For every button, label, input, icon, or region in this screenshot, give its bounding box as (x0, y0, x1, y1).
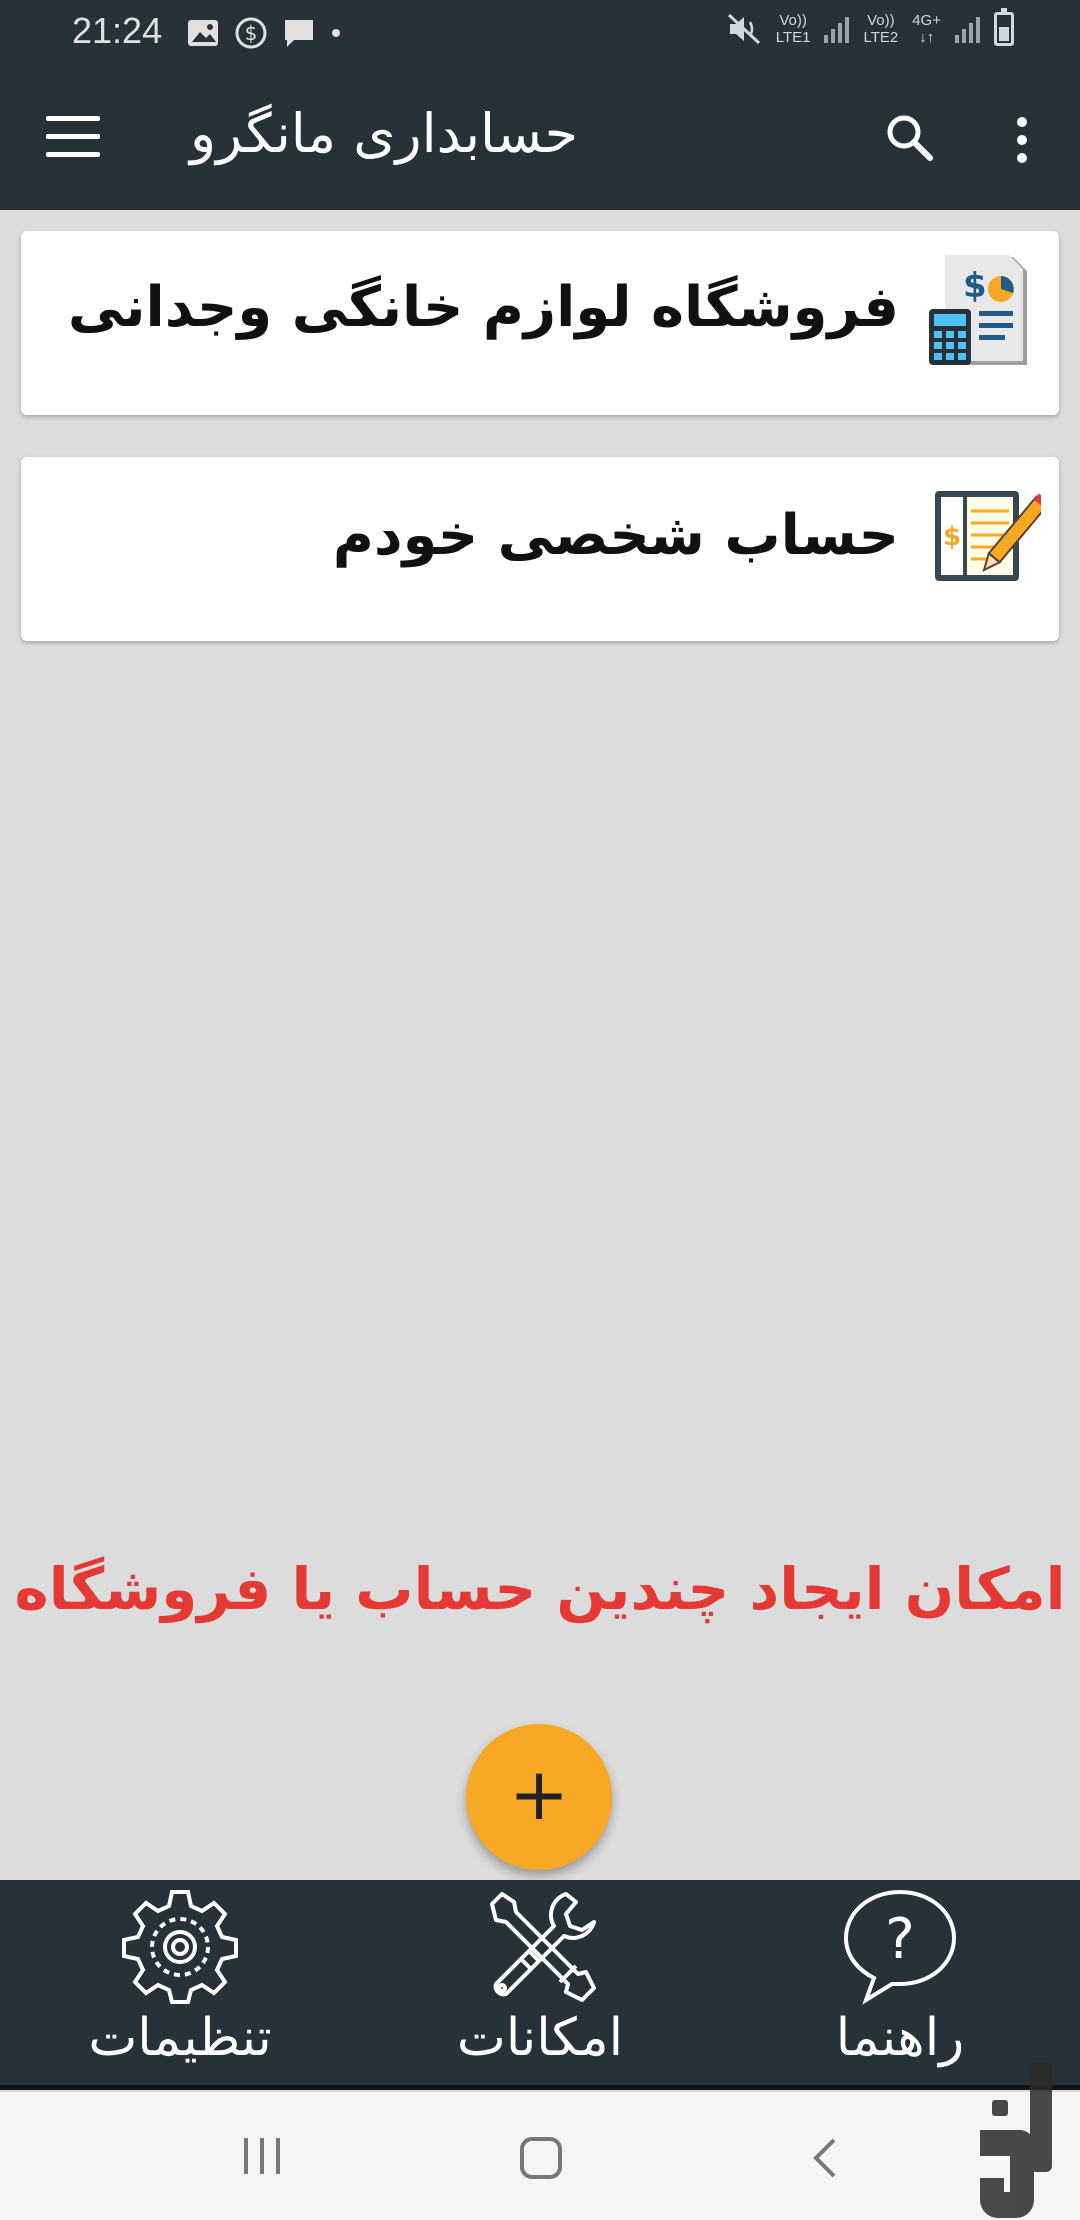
account-card-store[interactable]: $ فروشگاه لوازم خانگی وجدانی (21, 231, 1059, 415)
dollar-icon: $ (235, 17, 267, 49)
promo-text: امکان ایجاد چندین حساب یا فروشگاه (14, 1555, 1066, 1623)
system-status-icons: Vo)) LTE1 Vo)) LTE2 4G+ ↓↑ (726, 8, 1014, 46)
tools-icon (490, 1892, 596, 2002)
sim1-signal-icon (824, 15, 850, 43)
ledger-pencil-icon: $ (935, 491, 1041, 581)
sim2-indicator: Vo)) LTE2 (863, 12, 898, 46)
bottom-navigation: تنظیمات امکانات ? راهنما (0, 1880, 1080, 2090)
nav-settings[interactable]: تنظیمات (30, 1880, 330, 2085)
add-account-button[interactable]: + (466, 1724, 612, 1870)
nav-help-label: راهنما (835, 2008, 965, 2068)
sim1-volte: Vo)) (779, 12, 807, 29)
hamburger-icon-line-bottom (46, 152, 100, 157)
data-arrows-icon: ↓↑ (919, 29, 935, 46)
dot-icon (332, 29, 340, 37)
sim1-indicator: Vo)) LTE1 (776, 12, 811, 46)
menu-button[interactable] (46, 116, 100, 162)
network-type-indicator: 4G+ ↓↑ (912, 12, 941, 46)
account-title: فروشگاه لوازم خانگی وجدانی (67, 275, 899, 340)
account-card-personal[interactable]: $ حساب شخصی خودم (21, 457, 1059, 641)
svg-text:?: ? (885, 1907, 915, 1972)
sim2-volte: Vo)) (867, 12, 895, 29)
app-title: حسابداری مانگرو (190, 102, 578, 165)
help-bubble-icon: ? (843, 1889, 957, 2005)
home-icon[interactable] (519, 2136, 563, 2180)
store-logo-watermark-icon (980, 2062, 1052, 2218)
network-type: 4G+ (912, 12, 941, 29)
nav-features-label: امکانات (456, 2008, 624, 2068)
status-bar: 21:24 $ Vo)) LTE1 Vo)) LTE2 4G+ ↓↑ (0, 0, 1080, 68)
mute-vibrate-icon (727, 13, 760, 45)
battery-icon (994, 8, 1014, 46)
app-bar: حسابداری مانگرو (0, 68, 1080, 210)
notification-icons: $ (186, 16, 342, 50)
svg-text:$: $ (963, 266, 987, 306)
nav-features[interactable]: امکانات (390, 1880, 690, 2085)
hamburger-icon-line (46, 134, 100, 139)
message-icon (285, 20, 313, 47)
recent-apps-icon[interactable] (240, 2136, 284, 2176)
sim2-lte: LTE2 (863, 29, 899, 46)
gallery-icon (188, 20, 218, 46)
sim1-lte: LTE1 (775, 29, 811, 46)
sim2-signal-icon (955, 15, 980, 43)
nav-settings-label: تنظیمات (88, 2008, 272, 2068)
more-options-icon[interactable] (1002, 110, 1042, 170)
hamburger-icon (46, 116, 100, 121)
nav-help[interactable]: ? راهنما (750, 1880, 1050, 2085)
search-icon[interactable] (880, 108, 940, 168)
account-title: حساب شخصی خودم (332, 503, 899, 568)
accounting-calculator-icon: $ (929, 255, 1027, 365)
svg-text:$: $ (245, 21, 258, 45)
system-navigation-bar (0, 2092, 1080, 2220)
gear-icon (122, 1890, 238, 2004)
status-time: 21:24 (72, 10, 163, 51)
svg-text:$: $ (943, 522, 961, 552)
back-icon[interactable] (810, 2136, 840, 2180)
